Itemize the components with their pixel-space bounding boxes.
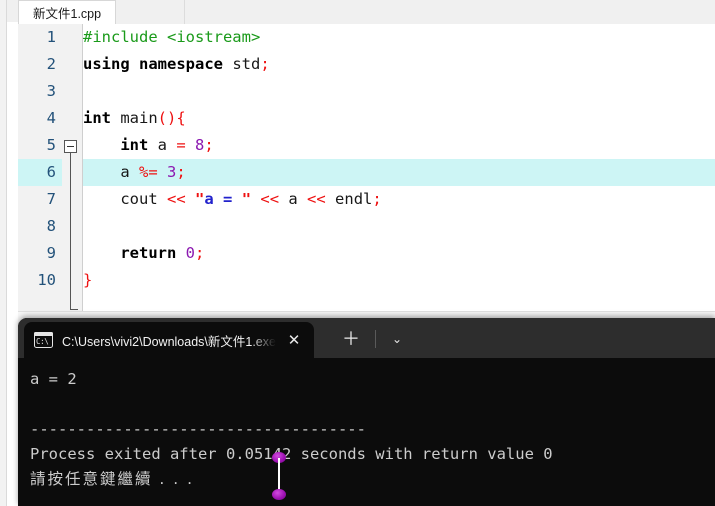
code-token: main [111,109,158,127]
titlebar-divider [375,330,376,348]
code-token: endl [325,190,373,208]
code-token: ; [372,190,382,208]
code-token: << [307,190,326,208]
code-folding-column [62,24,83,311]
code-token: %= [139,163,158,181]
fold-guide-line [70,153,71,310]
code-token: << [167,190,186,208]
command-prompt-icon: C:\ [34,332,53,348]
code-token: ; [176,163,186,181]
terminal-line: a = 2 [30,370,77,388]
terminal-window: C:\ C:\Users\vivi2\Downloads\新文件1.exe ✕ … [18,318,715,506]
code-token: std [223,55,261,73]
command-prompt-icon-glyph: C:\ [36,336,49,346]
editor-tab-active[interactable]: 新文件1.cpp [18,0,117,24]
close-icon[interactable]: ✕ [280,326,308,354]
code-token: namespace [139,55,224,73]
code-token: a [148,136,177,154]
code-token: (){ [157,109,186,127]
window-left-edge [0,0,7,506]
line-number: 4 [46,109,56,127]
new-tab-button[interactable]: ＋ [336,324,366,354]
code-area[interactable]: 1 2 3 4 5 6 7 8 9 10 #include <iostream> using nam… [18,24,715,311]
code-token: using [83,55,130,73]
code-line[interactable] [83,78,715,105]
line-number: 5 [46,136,56,154]
code-token: " [195,190,205,208]
code-token: return [120,244,177,262]
code-line[interactable]: } [83,267,715,294]
code-line[interactable] [83,213,715,240]
code-line[interactable]: #include <iostream> [83,24,715,51]
terminal-line: ------------------------------------ [30,420,366,438]
code-token: << [260,190,280,208]
line-number: 8 [46,217,56,235]
line-number: 9 [46,244,56,262]
code-token: cout [83,190,167,208]
code-token: ; [260,55,270,73]
code-token: ; [204,136,214,154]
code-token: 8 [195,136,205,154]
code-token: " [241,190,252,208]
editor-tab-bar: 新文件1.cpp [18,0,715,25]
code-token: #include <iostream> [83,28,261,46]
code-token: a [83,163,139,181]
code-line[interactable]: int main(){ [83,105,715,132]
code-line[interactable]: cout << "a = " << a << endl; [83,186,715,213]
code-token: a [279,190,308,208]
code-line[interactable]: return 0; [83,240,715,267]
terminal-output[interactable]: a = 2 ----------------------------------… [18,358,715,506]
code-line[interactable]: a %= 3; [83,159,715,186]
line-number: 10 [37,271,56,289]
editor-tab-bar-empty-area [125,0,185,24]
code-text-region[interactable]: #include <iostream> using namespace std; … [83,24,715,311]
line-number: 2 [46,55,56,73]
terminal-line: Process exited after 0.05142 seconds wit… [30,445,553,463]
line-number: 3 [46,82,56,100]
code-token: a = [204,190,242,208]
terminal-line-prompt: 請按任意鍵繼續 . . . [30,470,195,488]
fold-toggle-icon[interactable] [64,140,77,153]
line-number: 7 [46,190,56,208]
line-number: 1 [46,28,56,46]
chevron-down-icon[interactable]: ⌄ [383,326,411,352]
code-line[interactable]: using namespace std; [83,51,715,78]
editor-tab-label: 新文件1.cpp [33,7,102,21]
terminal-tab-active[interactable]: C:\ C:\Users\vivi2\Downloads\新文件1.exe ✕ [24,322,314,358]
code-token: 0 [185,244,196,262]
code-token: ; [195,244,205,262]
terminal-title-bar: C:\ C:\Users\vivi2\Downloads\新文件1.exe ✕ … [18,318,715,358]
code-token: = [176,136,186,154]
line-number: 6 [18,159,62,186]
fold-guide-foot [70,309,78,310]
terminal-tab-title: C:\Users\vivi2\Downloads\新文件1.exe [62,334,276,349]
code-token: 3 [167,163,177,181]
code-token: int [120,136,149,154]
code-token: int [83,109,111,127]
code-token: } [83,271,93,289]
line-number-gutter: 1 2 3 4 5 6 7 8 9 10 [18,24,62,311]
code-line[interactable]: int a = 8; [83,132,715,159]
